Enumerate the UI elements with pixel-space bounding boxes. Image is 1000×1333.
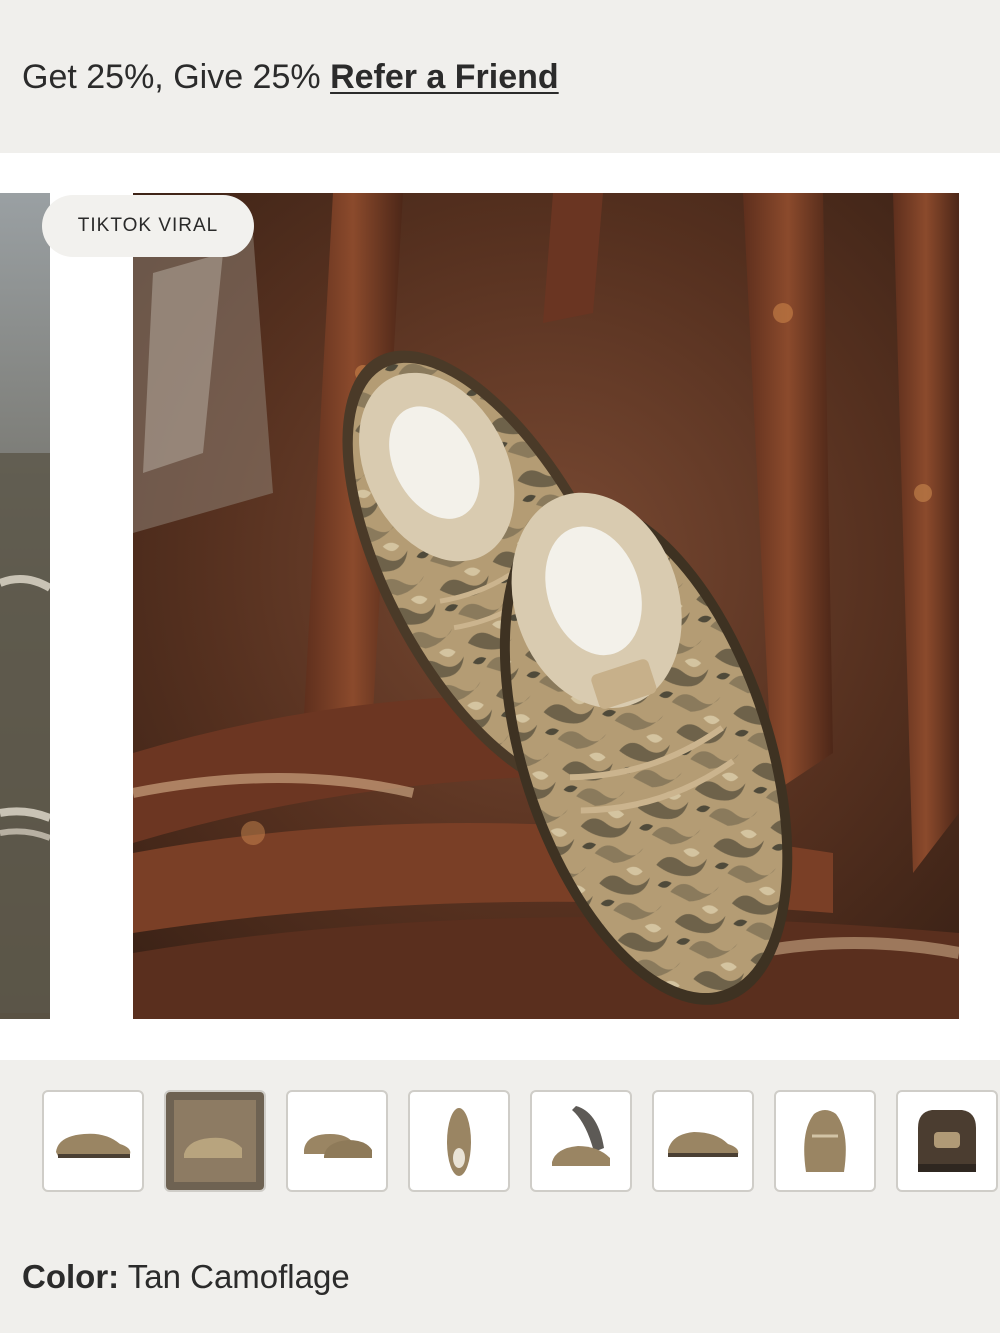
promo-offer-text: Get 25%, Give 25% xyxy=(22,58,321,96)
refer-a-friend-link[interactable]: Refer a Friend xyxy=(330,58,559,96)
shoe-side-view-icon xyxy=(668,1132,739,1157)
product-gallery: TIKTOK VIRAL xyxy=(0,193,1000,1019)
promo-bar: Get 25%, Give 25% Refer a Friend xyxy=(0,0,1000,153)
shoe-front-view-icon xyxy=(804,1110,846,1172)
previous-slide-image[interactable] xyxy=(0,193,50,1019)
main-product-image[interactable] xyxy=(133,193,959,1019)
thumbnail-5[interactable] xyxy=(530,1090,632,1192)
shoe-sole-view-icon xyxy=(552,1106,610,1166)
shoe-lifestyle-icon xyxy=(166,1092,264,1190)
shoe-pair-icon xyxy=(304,1134,372,1158)
shoe-top-view-icon xyxy=(447,1108,471,1176)
thumbnail-3[interactable] xyxy=(286,1090,388,1192)
thumbnail-1[interactable] xyxy=(42,1090,144,1192)
thumbnail-6[interactable] xyxy=(652,1090,754,1192)
thumbnail-4[interactable] xyxy=(408,1090,510,1192)
promo-text: Get 25%, Give 25% Refer a Friend xyxy=(22,56,559,98)
thumbnail-strip: Color: Tan Camoflage xyxy=(0,1060,1000,1333)
shoe-back-view-icon xyxy=(918,1110,976,1172)
color-label: Color: xyxy=(22,1258,120,1295)
thumbnail-2[interactable] xyxy=(164,1090,266,1192)
color-selection: Color: Tan Camoflage xyxy=(22,1258,350,1296)
thumbnail-8[interactable] xyxy=(896,1090,998,1192)
shoe-side-view-icon xyxy=(56,1133,131,1158)
tiktok-viral-badge: TIKTOK VIRAL xyxy=(42,195,254,257)
color-value: Tan Camoflage xyxy=(127,1258,350,1295)
shoe-photo-icon xyxy=(133,193,959,1019)
thumbnail-7[interactable] xyxy=(774,1090,876,1192)
